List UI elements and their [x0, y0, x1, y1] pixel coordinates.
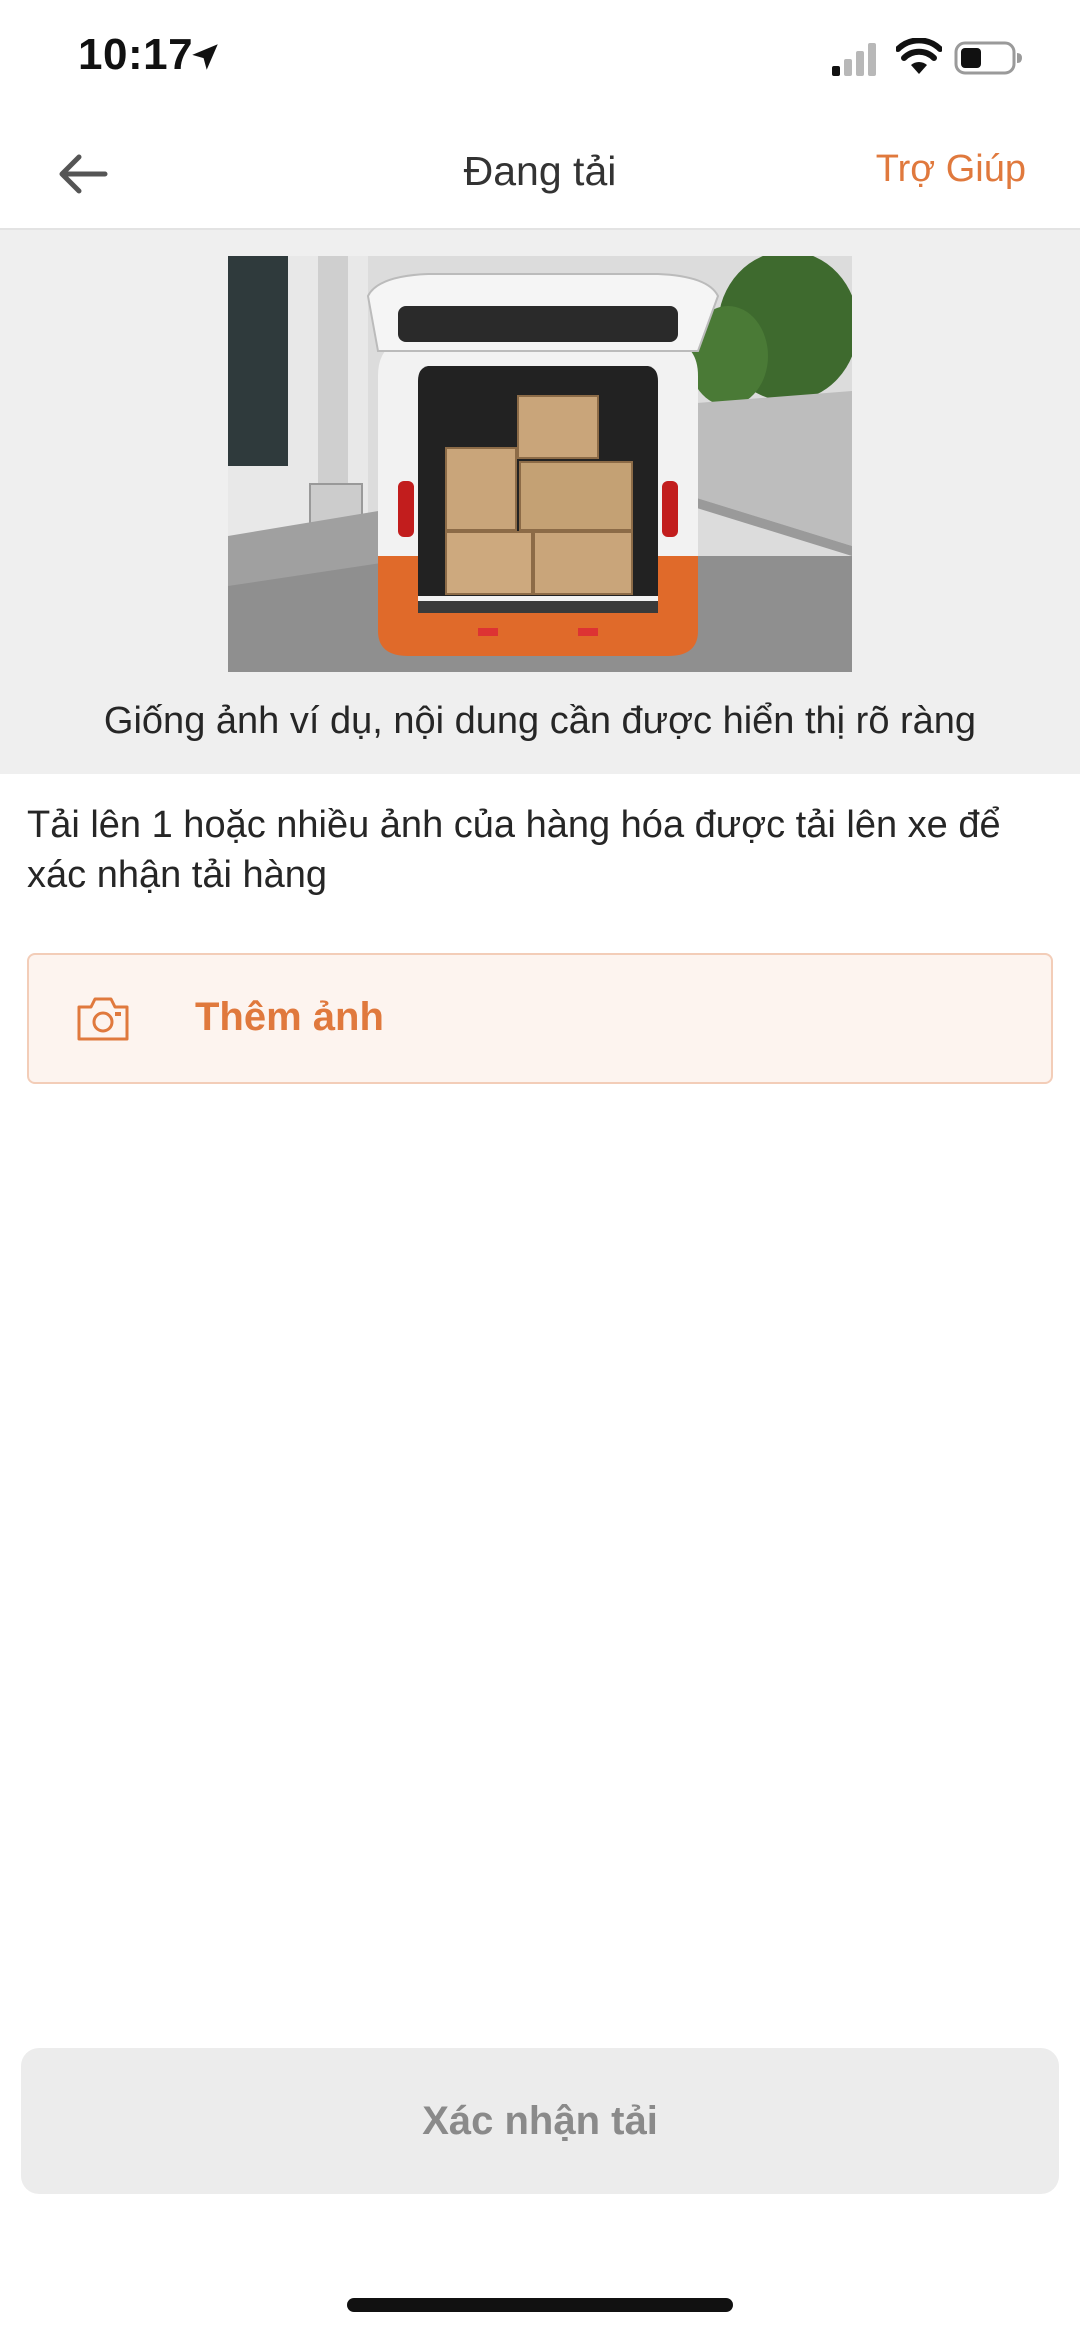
- add-photo-button[interactable]: Thêm ảnh: [27, 953, 1053, 1084]
- add-photo-label: Thêm ảnh: [195, 995, 384, 1039]
- status-bar: 10:17: [0, 0, 1080, 118]
- location-arrow-icon: [192, 44, 218, 70]
- example-panel: Giống ảnh ví dụ, nội dung cần được hiển …: [0, 230, 1080, 774]
- wifi-icon: [896, 38, 942, 74]
- cellular-signal-icon: [832, 43, 876, 76]
- help-link[interactable]: Trợ Giúp: [876, 148, 1026, 191]
- screen: 10:17 Đang tải Trợ Giúp Giống ảnh ví dụ,…: [0, 0, 1080, 2337]
- upload-instruction: Tải lên 1 hoặc nhiều ảnh của hàng hóa đư…: [27, 804, 1001, 896]
- battery-icon: [954, 41, 1022, 75]
- example-caption: Giống ảnh ví dụ, nội dung cần được hiển …: [103, 700, 977, 742]
- home-indicator: [347, 2298, 733, 2312]
- status-time: 10:17: [78, 30, 194, 79]
- camera-icon: [77, 997, 129, 1041]
- confirm-loading-button[interactable]: Xác nhận tải: [21, 2048, 1059, 2194]
- nav-bar: Đang tải Trợ Giúp: [0, 118, 1080, 230]
- confirm-loading-label: Xác nhận tải: [422, 2098, 658, 2143]
- example-van-photo: [228, 256, 852, 672]
